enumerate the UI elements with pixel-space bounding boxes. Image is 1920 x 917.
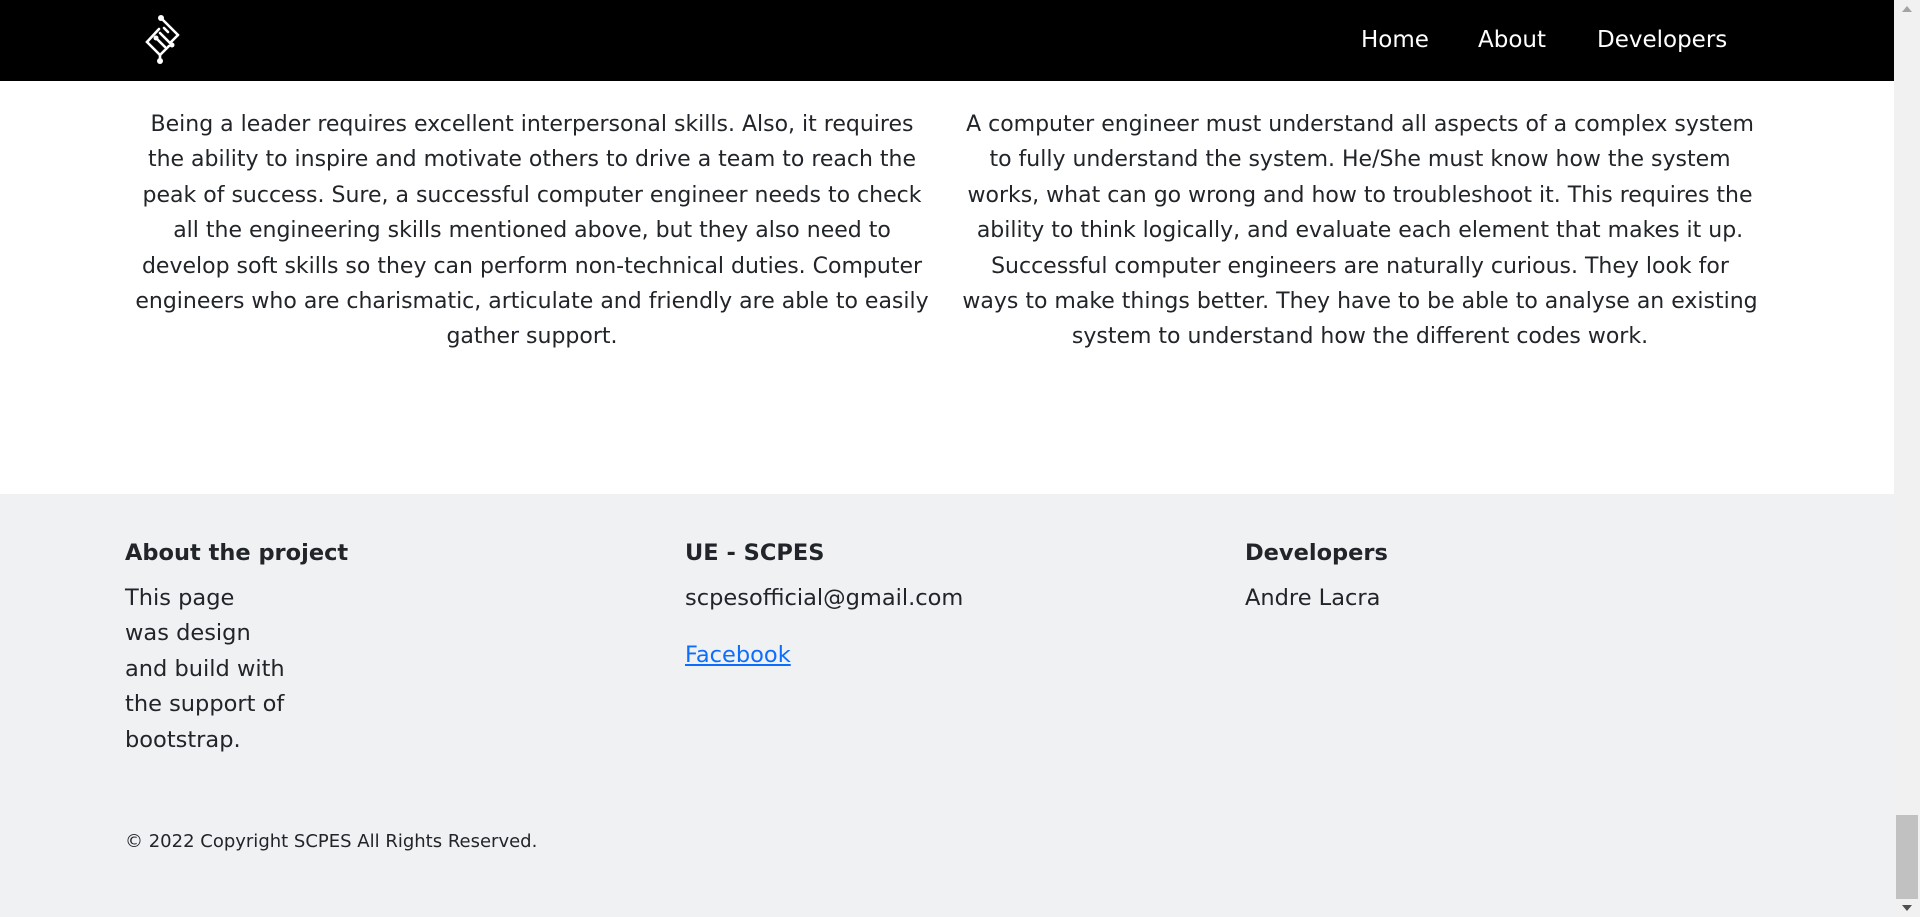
nav-link-about[interactable]: About: [1478, 25, 1546, 55]
systems-paragraph: A computer engineer must understand all …: [962, 112, 1758, 350]
footer-developers-heading: Developers: [1245, 540, 1388, 566]
footer-about-text: This page was design and build with the …: [125, 585, 285, 753]
top-navbar: Home About Developers: [0, 0, 1894, 81]
scroll-down-arrow-icon[interactable]: [1902, 905, 1912, 911]
leadership-paragraph: Being a leader requires excellent interp…: [135, 112, 929, 350]
copyright-text: © 2022 Copyright SCPES All Rights Reserv…: [125, 831, 538, 852]
site-footer: About the project This page was design a…: [0, 494, 1894, 917]
vertical-scrollbar[interactable]: [1894, 0, 1920, 917]
scrollbar-thumb[interactable]: [1896, 815, 1918, 899]
nav-link-developers[interactable]: Developers: [1597, 25, 1727, 55]
circuit-diamond-logo-icon[interactable]: [143, 15, 187, 64]
developer-name: Andre Lacra: [1245, 585, 1381, 611]
footer-email: scpesofficial@gmail.com: [685, 585, 964, 611]
footer-about-heading: About the project: [125, 540, 349, 566]
nav-link-home[interactable]: Home: [1361, 25, 1429, 55]
facebook-link[interactable]: Facebook: [685, 640, 791, 670]
footer-contact-heading: UE - SCPES: [685, 540, 825, 566]
scroll-up-arrow-icon[interactable]: [1902, 6, 1912, 12]
